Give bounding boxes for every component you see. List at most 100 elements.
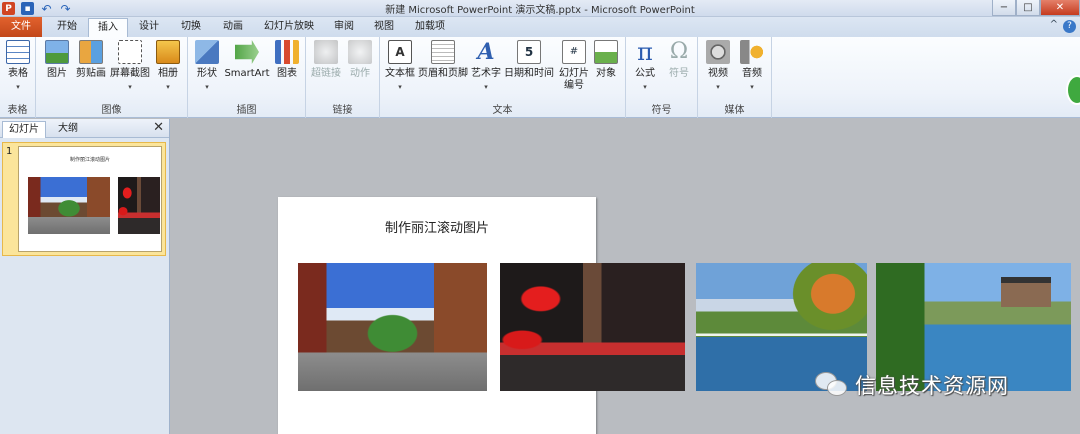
tab-addins[interactable]: 加载项	[406, 18, 454, 37]
chevron-down-icon: ▾	[128, 83, 132, 91]
symbol-button[interactable]: Ω 符号	[664, 40, 694, 80]
slide-title[interactable]: 制作丽江滚动图片	[278, 217, 596, 236]
chevron-down-icon: ▾	[750, 83, 754, 91]
window-title: 新建 Microsoft PowerPoint 演示文稿.pptx - Micr…	[385, 5, 695, 16]
chevron-down-icon: ▾	[716, 83, 720, 91]
group-tables: 表格 ▾ 表格	[0, 37, 36, 118]
chart-button[interactable]: 图表	[274, 40, 300, 80]
smartart-label: SmartArt	[224, 68, 270, 79]
minimize-button[interactable]: −	[992, 0, 1016, 16]
equation-label: 公式	[635, 68, 655, 79]
tab-transitions[interactable]: 切换	[172, 18, 210, 37]
screenshot-button[interactable]: 屏幕截图 ▾	[109, 40, 151, 93]
slide-thumbnail-row[interactable]: 1 制作丽江滚动图片	[2, 142, 166, 256]
help-icon[interactable]: ?	[1063, 20, 1076, 33]
action-star-icon	[348, 40, 372, 64]
hyperlink-label: 超链接	[311, 68, 341, 79]
screenshot-label: 屏幕截图	[110, 68, 150, 79]
slides-pane: 幻灯片 大纲 ✕ 1 制作丽江滚动图片	[0, 119, 170, 434]
slide-thumbnail[interactable]: 制作丽江滚动图片	[18, 146, 162, 252]
smartart-button[interactable]: SmartArt	[224, 40, 270, 80]
title-bar: P ▪ ↶ ↷ 新建 Microsoft PowerPoint 演示文稿.ppt…	[0, 0, 1080, 17]
album-button[interactable]: 相册 ▾	[153, 40, 183, 93]
header-footer-button[interactable]: 页眉和页脚	[418, 40, 468, 80]
shapes-button[interactable]: 形状 ▾	[194, 40, 220, 93]
ribbon-tabs: 文件 开始 插入 设计 切换 动画 幻灯片放映 审阅 视图 加载项 ^ ?	[0, 17, 1080, 38]
chevron-down-icon: ▾	[643, 83, 647, 91]
tab-file[interactable]: 文件	[0, 17, 42, 37]
calendar-icon: 5	[517, 40, 541, 64]
action-button[interactable]: 动作	[346, 40, 374, 80]
symbol-label: 符号	[669, 68, 689, 79]
ribbon-collapse-icon[interactable]: ^	[1050, 19, 1058, 30]
shapes-icon	[195, 40, 219, 64]
photo-lanterns-canal[interactable]	[500, 263, 685, 391]
group-images: 图片 剪贴画 屏幕截图 ▾ 相册 ▾ 图像	[36, 37, 188, 118]
picture-button[interactable]: 图片	[42, 40, 72, 80]
chart-icon	[275, 40, 299, 64]
slide-number-label-1: 幻灯片	[559, 68, 589, 79]
close-button[interactable]: ✕	[1040, 0, 1080, 16]
picture-icon	[45, 40, 69, 64]
textbox-label: 文本框	[385, 68, 415, 79]
status-badge[interactable]	[1066, 75, 1080, 105]
chart-label: 图表	[277, 68, 297, 79]
group-links: 超链接 动作 链接	[306, 37, 380, 118]
object-button[interactable]: 对象	[592, 40, 620, 80]
film-reel-icon	[706, 40, 730, 64]
tab-slideshow[interactable]: 幻灯片放映	[256, 18, 322, 37]
chevron-down-icon: ▾	[484, 83, 488, 91]
clipart-icon	[79, 40, 103, 64]
table-button[interactable]: 表格 ▾	[4, 40, 32, 93]
tab-slides[interactable]: 幻灯片	[2, 121, 46, 138]
tab-design[interactable]: 设计	[130, 18, 168, 37]
object-label: 对象	[596, 68, 616, 79]
chevron-down-icon: ▾	[398, 83, 402, 91]
audio-button[interactable]: 音频 ▾	[738, 40, 766, 93]
pane-tabs: 幻灯片 大纲 ✕	[0, 119, 169, 138]
close-icon[interactable]: ✕	[153, 121, 164, 135]
slide-number: 1	[6, 146, 13, 157]
datetime-button[interactable]: 5 日期和时间	[504, 40, 554, 80]
tab-review[interactable]: 审阅	[326, 18, 362, 37]
thumbnail-title: 制作丽江滚动图片	[69, 157, 110, 163]
group-images-label: 图像	[101, 105, 122, 116]
thumbnail-photo-street	[28, 177, 110, 234]
group-media-label: 媒体	[724, 105, 745, 116]
video-button[interactable]: 视频 ▾	[704, 40, 732, 93]
hyperlink-button[interactable]: 超链接	[310, 40, 342, 80]
photo-street[interactable]	[298, 263, 487, 391]
wordart-label: 艺术字	[471, 68, 501, 79]
group-symbols-label: 符号	[651, 105, 672, 116]
group-illustrations: 形状 ▾ SmartArt 图表 插图	[188, 37, 306, 118]
watermark-text: 信息技术资源网	[855, 374, 1009, 398]
screenshot-icon	[118, 40, 142, 64]
datetime-label: 日期和时间	[504, 68, 554, 79]
tab-insert[interactable]: 插入	[88, 18, 128, 38]
tab-home[interactable]: 开始	[48, 18, 86, 37]
watermark: 信息技术资源网	[815, 371, 1009, 399]
speaker-icon	[740, 40, 764, 64]
maximize-button[interactable]: □	[1016, 0, 1040, 16]
table-label: 表格	[8, 68, 28, 79]
textbox-button[interactable]: A 文本框 ▾	[384, 40, 416, 93]
tab-outline[interactable]: 大纲	[52, 121, 84, 138]
picture-label: 图片	[47, 68, 67, 79]
tab-animations[interactable]: 动画	[214, 18, 252, 37]
tab-view[interactable]: 视图	[366, 18, 402, 37]
shapes-label: 形状	[197, 68, 217, 79]
clipart-button[interactable]: 剪贴画	[74, 40, 108, 80]
slide-number-button[interactable]: # 幻灯片 编号	[556, 40, 592, 92]
group-media: 视频 ▾ 音频 ▾ 媒体	[698, 37, 772, 118]
album-label: 相册	[158, 68, 178, 79]
wordart-button[interactable]: A 艺术字 ▾	[470, 40, 502, 93]
textbox-icon: A	[388, 40, 412, 64]
slide-number-label-2: 编号	[564, 80, 584, 91]
header-footer-icon	[431, 40, 455, 64]
chevron-down-icon: ▾	[205, 83, 209, 91]
group-symbols: π 公式 ▾ Ω 符号 符号	[626, 37, 698, 118]
ribbon: 表格 ▾ 表格 图片 剪贴画 屏幕截图 ▾ 相册 ▾ 图像 形状 ▾ Smart…	[0, 37, 1080, 118]
video-label: 视频	[708, 68, 728, 79]
wechat-icon	[815, 372, 849, 398]
equation-button[interactable]: π 公式 ▾	[630, 40, 660, 93]
